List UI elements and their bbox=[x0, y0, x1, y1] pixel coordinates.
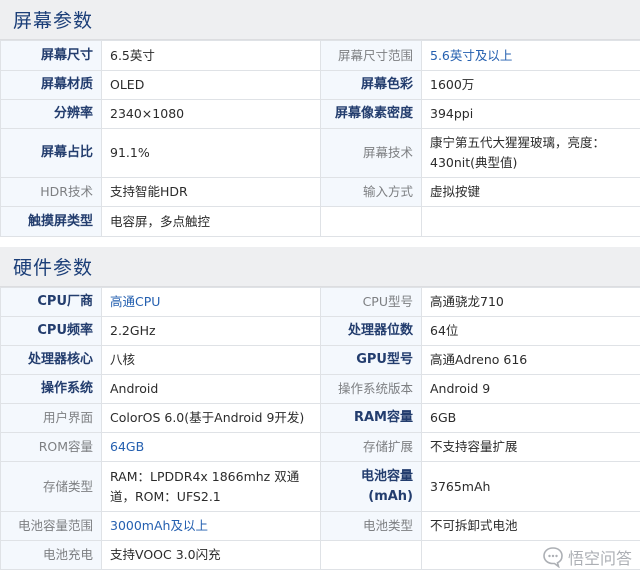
table-row: HDR技术 支持智能HDR 输入方式 虚拟按键 bbox=[0, 177, 640, 207]
section-title: 屏幕参数 bbox=[13, 10, 94, 32]
spec-label: 屏幕技术 bbox=[320, 128, 422, 178]
spec-value: 虚拟按键 bbox=[421, 177, 640, 207]
table-row: 操作系统 Android 操作系统版本 Android 9 bbox=[0, 374, 640, 404]
spec-label: 电池类型 bbox=[320, 511, 422, 541]
spec-value: Android 9 bbox=[421, 374, 640, 404]
spec-value: 2340×1080 bbox=[101, 99, 321, 129]
hardware-params-header: 硬件参数 bbox=[0, 247, 640, 287]
spec-value: 394ppi bbox=[421, 99, 640, 129]
table-row: CPU厂商 高通CPU CPU型号 高通骁龙710 bbox=[0, 287, 640, 317]
spec-value: 八核 bbox=[101, 345, 321, 375]
spec-label: 操作系统 bbox=[0, 374, 102, 404]
hardware-params-section: 硬件参数 CPU厂商 高通CPU CPU型号 高通骁龙710 CPU频率 2.2… bbox=[0, 247, 640, 570]
screen-params-table: 屏幕尺寸 6.5英寸 屏幕尺寸范围 5.6英寸及以上 屏幕材质 OLED 屏幕色… bbox=[0, 40, 640, 237]
table-row: 触摸屏类型 电容屏，多点触控 bbox=[0, 206, 640, 237]
spec-label: 操作系统版本 bbox=[320, 374, 422, 404]
spec-label: RAM容量 bbox=[320, 403, 422, 433]
spec-label: CPU型号 bbox=[320, 287, 422, 317]
table-row: 屏幕占比 91.1% 屏幕技术 康宁第五代大猩猩玻璃，亮度：430nit(典型值… bbox=[0, 128, 640, 178]
spec-label: 屏幕色彩 bbox=[320, 70, 422, 100]
spec-value: 不可拆卸式电池 bbox=[421, 511, 640, 541]
spec-value: 6.5英寸 bbox=[101, 40, 321, 71]
spec-value: 1600万 bbox=[421, 70, 640, 100]
spec-value: 支持VOOC 3.0闪充 bbox=[101, 540, 321, 570]
table-row: 处理器核心 八核 GPU型号 高通Adreno 616 bbox=[0, 345, 640, 375]
spec-value: RAM：LPDDR4x 1866mhz 双通道，ROM：UFS2.1 bbox=[101, 461, 321, 512]
spec-value: 高通骁龙710 bbox=[421, 287, 640, 317]
spec-label: 电池充电 bbox=[0, 540, 102, 570]
table-row: CPU频率 2.2GHz 处理器位数 64位 bbox=[0, 316, 640, 346]
spec-label: 处理器位数 bbox=[320, 316, 422, 346]
spec-value: OLED bbox=[101, 70, 321, 100]
spec-label: ROM容量 bbox=[0, 432, 102, 462]
table-row: 分辨率 2340×1080 屏幕像素密度 394ppi bbox=[0, 99, 640, 129]
table-row: ROM容量 64GB 存储扩展 不支持容量扩展 bbox=[0, 432, 640, 462]
spec-label: 屏幕像素密度 bbox=[320, 99, 422, 129]
spec-value: 不支持容量扩展 bbox=[421, 432, 640, 462]
empty-cell bbox=[320, 540, 422, 570]
spec-label: 电池容量范围 bbox=[0, 511, 102, 541]
watermark: 悟空问答 bbox=[542, 545, 632, 569]
empty-cell bbox=[421, 206, 640, 237]
spec-label: 屏幕尺寸范围 bbox=[320, 40, 422, 71]
spec-label: GPU型号 bbox=[320, 345, 422, 375]
spec-label: 屏幕材质 bbox=[0, 70, 102, 100]
spec-label: 用户界面 bbox=[0, 403, 102, 433]
spec-label: 存储扩展 bbox=[320, 432, 422, 462]
hardware-params-table: CPU厂商 高通CPU CPU型号 高通骁龙710 CPU频率 2.2GHz 处… bbox=[0, 287, 640, 570]
spec-label: CPU频率 bbox=[0, 316, 102, 346]
table-row: 用户界面 ColorOS 6.0(基于Android 9开发) RAM容量 6G… bbox=[0, 403, 640, 433]
spec-label: 输入方式 bbox=[320, 177, 422, 207]
table-row: 存储类型 RAM：LPDDR4x 1866mhz 双通道，ROM：UFS2.1 … bbox=[0, 461, 640, 512]
table-row: 电池容量范围 3000mAh及以上 电池类型 不可拆卸式电池 bbox=[0, 511, 640, 541]
spec-value: Android bbox=[101, 374, 321, 404]
spec-value: 6GB bbox=[421, 403, 640, 433]
table-row: 屏幕尺寸 6.5英寸 屏幕尺寸范围 5.6英寸及以上 bbox=[0, 40, 640, 71]
spec-value: 3765mAh bbox=[421, 461, 640, 512]
spec-label: 分辨率 bbox=[0, 99, 102, 129]
spec-value-link[interactable]: 5.6英寸及以上 bbox=[421, 40, 640, 71]
spec-value: ColorOS 6.0(基于Android 9开发) bbox=[101, 403, 321, 433]
screen-params-header: 屏幕参数 bbox=[0, 0, 640, 40]
table-row: 屏幕材质 OLED 屏幕色彩 1600万 bbox=[0, 70, 640, 100]
watermark-text: 悟空问答 bbox=[567, 549, 632, 568]
section-gap bbox=[0, 237, 640, 247]
spec-label: 处理器核心 bbox=[0, 345, 102, 375]
spec-value-link[interactable]: 高通CPU bbox=[101, 287, 321, 317]
section-title: 硬件参数 bbox=[13, 257, 94, 279]
spec-value: 91.1% bbox=[101, 128, 321, 178]
spec-label: 屏幕尺寸 bbox=[0, 40, 102, 71]
spec-label: 存储类型 bbox=[0, 461, 102, 512]
spec-value-link[interactable]: 64GB bbox=[101, 432, 321, 462]
speech-bubble-icon bbox=[543, 547, 563, 568]
spec-value: 支持智能HDR bbox=[101, 177, 321, 207]
spec-value: 高通Adreno 616 bbox=[421, 345, 640, 375]
spec-label: HDR技术 bbox=[0, 177, 102, 207]
spec-value: 64位 bbox=[421, 316, 640, 346]
screen-params-section: 屏幕参数 屏幕尺寸 6.5英寸 屏幕尺寸范围 5.6英寸及以上 屏幕材质 OLE… bbox=[0, 0, 640, 237]
spec-label: CPU厂商 bbox=[0, 287, 102, 317]
spec-label: 屏幕占比 bbox=[0, 128, 102, 178]
spec-value-link[interactable]: 3000mAh及以上 bbox=[101, 511, 321, 541]
spec-value: 康宁第五代大猩猩玻璃，亮度：430nit(典型值) bbox=[421, 128, 640, 178]
spec-label: 电池容量(mAh) bbox=[320, 461, 422, 512]
spec-label: 触摸屏类型 bbox=[0, 206, 102, 237]
spec-value: 电容屏，多点触控 bbox=[101, 206, 321, 237]
spec-value: 2.2GHz bbox=[101, 316, 321, 346]
empty-cell bbox=[320, 206, 422, 237]
